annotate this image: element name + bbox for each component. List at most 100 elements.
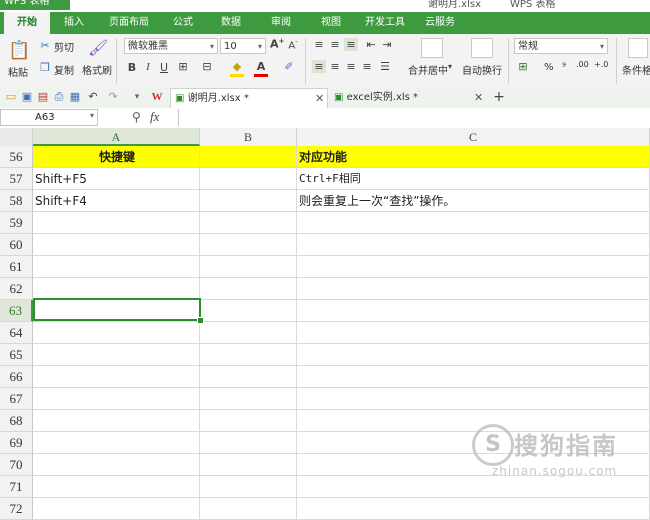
align-right-icon[interactable]: ≡ [344, 60, 358, 73]
cell-b64[interactable] [200, 322, 297, 344]
cell-a67[interactable] [33, 388, 200, 410]
tab-excel-example[interactable]: ▣ excel实例.xls * ✕ [330, 88, 490, 108]
row-header[interactable]: 71 [0, 476, 33, 498]
row-header[interactable]: 70 [0, 454, 33, 476]
cell-c65[interactable] [297, 344, 650, 366]
cell-a68[interactable] [33, 410, 200, 432]
cell-c66[interactable] [297, 366, 650, 388]
cell-c56[interactable]: 对应功能 [297, 146, 650, 168]
row-header[interactable]: 65 [0, 344, 33, 366]
cell-b56[interactable] [200, 146, 297, 168]
indent-increase-icon[interactable]: ⇥ [380, 38, 394, 51]
row-header[interactable]: 58 [0, 190, 33, 212]
cell-a57[interactable]: Shift+F5 [33, 168, 200, 190]
wrap-text-button[interactable]: 自动换行 [462, 62, 502, 77]
row-header[interactable]: 68 [0, 410, 33, 432]
cell-c62[interactable] [297, 278, 650, 300]
row-header[interactable]: 59 [0, 212, 33, 234]
paste-button[interactable]: 粘贴 [8, 64, 28, 79]
wrap-text-icon[interactable] [471, 38, 493, 58]
align-middle-icon[interactable]: ≡ [328, 38, 342, 51]
cell-a66[interactable] [33, 366, 200, 388]
cell-a70[interactable] [33, 454, 200, 476]
menu-data[interactable]: 数据 [212, 12, 250, 34]
align-top-icon[interactable]: ≡ [312, 38, 326, 51]
cell-c58[interactable]: 则会重复上一次“查找”操作。 [297, 190, 650, 212]
format-painter-button[interactable]: 格式刷 [82, 62, 112, 77]
menu-cloud[interactable]: 云服务 [418, 12, 462, 34]
row-header[interactable]: 61 [0, 256, 33, 278]
redo-icon[interactable]: ↷ [106, 90, 120, 104]
cell-b61[interactable] [200, 256, 297, 278]
cell-b66[interactable] [200, 366, 297, 388]
currency-icon[interactable]: ⊞ [516, 60, 530, 73]
cell-b68[interactable] [200, 410, 297, 432]
comma-button[interactable]: ⁹ [562, 62, 566, 73]
decrease-font-icon[interactable]: A- [286, 38, 300, 51]
clear-format-icon[interactable]: ✐ [282, 60, 296, 73]
menu-formula[interactable]: 公式 [164, 12, 202, 34]
align-left-icon[interactable]: ≡ [312, 60, 326, 73]
zoom-search-icon[interactable]: ⚲ [132, 110, 141, 124]
decrease-decimal-button[interactable]: +.0 [594, 60, 608, 69]
new-tab-icon[interactable]: + [492, 90, 506, 104]
font-name-select[interactable]: 微软雅黑 ▾ [124, 38, 218, 54]
underline-button[interactable]: U [158, 61, 170, 74]
cell-a64[interactable] [33, 322, 200, 344]
merge-center-button[interactable]: 合并居中 [408, 62, 448, 77]
paste-icon[interactable]: 📋 [8, 40, 30, 61]
save-icon[interactable]: ▣ [20, 90, 34, 104]
row-header[interactable]: 69 [0, 432, 33, 454]
app-badge[interactable]: WPS 表格 [0, 0, 70, 10]
cell-b65[interactable] [200, 344, 297, 366]
format-painter-icon[interactable]: 🖌 [88, 38, 108, 57]
copy-icon[interactable]: ❐ [38, 61, 52, 74]
fill-handle[interactable] [197, 317, 204, 324]
merge-center-icon[interactable] [421, 38, 443, 58]
print-icon[interactable]: ⎙ [52, 90, 66, 104]
copy-button[interactable]: 复制 [54, 62, 74, 77]
row-header[interactable]: 63 [0, 300, 33, 322]
menu-insert[interactable]: 插入 [54, 12, 94, 34]
conditional-format-button[interactable]: 条件格 [622, 62, 650, 77]
cell-b59[interactable] [200, 212, 297, 234]
cut-button[interactable]: 剪切 [54, 39, 74, 54]
row-header[interactable]: 62 [0, 278, 33, 300]
menu-home[interactable]: 开始 [4, 12, 50, 34]
font-color-icon[interactable]: A [254, 60, 268, 73]
row-header[interactable]: 56 [0, 146, 33, 168]
cell-c60[interactable] [297, 234, 650, 256]
menu-review[interactable]: 审阅 [262, 12, 300, 34]
open-folder-icon[interactable]: ▭ [4, 90, 18, 104]
align-bottom-icon[interactable]: ≡ [344, 38, 358, 51]
menu-developer[interactable]: 开发工具 [356, 12, 414, 34]
cell-c67[interactable] [297, 388, 650, 410]
cut-icon[interactable]: ✂ [38, 39, 52, 52]
row-header[interactable]: 57 [0, 168, 33, 190]
conditional-format-icon[interactable] [628, 38, 648, 58]
column-header-a[interactable]: A [33, 128, 200, 146]
menu-view[interactable]: 视图 [312, 12, 350, 34]
percent-button[interactable]: % [544, 62, 554, 73]
fx-icon[interactable]: fx [150, 109, 159, 125]
cell-b60[interactable] [200, 234, 297, 256]
cell-c57[interactable]: Ctrl+F相同 [297, 168, 650, 190]
close-icon[interactable]: ✕ [474, 88, 483, 108]
row-header[interactable]: 64 [0, 322, 33, 344]
cell-c63[interactable] [297, 300, 650, 322]
cell-b58[interactable] [200, 190, 297, 212]
chevron-down-icon[interactable]: ▾ [448, 62, 452, 71]
align-center-icon[interactable]: ≡ [328, 60, 342, 73]
cell-c64[interactable] [297, 322, 650, 344]
formula-input[interactable] [178, 109, 650, 126]
increase-font-icon[interactable]: A+ [270, 37, 284, 51]
cell-a61[interactable] [33, 256, 200, 278]
cell-b69[interactable] [200, 432, 297, 454]
row-header[interactable]: 72 [0, 498, 33, 520]
fill-color-icon[interactable]: ◆ [230, 60, 244, 73]
cell-b71[interactable] [200, 476, 297, 498]
number-format-select[interactable]: 常规 ▾ [514, 38, 608, 54]
cell-a72[interactable] [33, 498, 200, 520]
tab-xieming[interactable]: ▣ 谢明月.xlsx * ✕ [170, 88, 328, 108]
row-header[interactable]: 66 [0, 366, 33, 388]
